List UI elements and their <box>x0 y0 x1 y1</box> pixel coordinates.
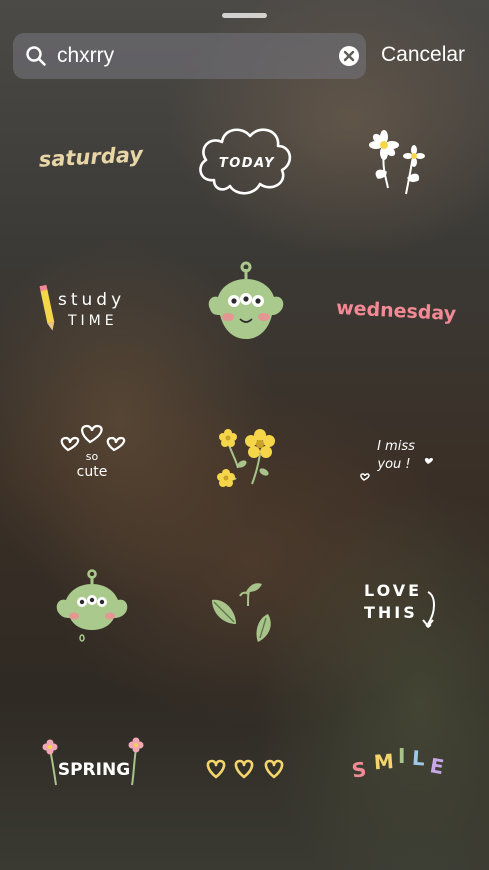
sheet-grabber[interactable] <box>222 13 267 18</box>
sticker-spring[interactable]: SPRING <box>16 695 166 825</box>
sticker-green-leaves[interactable] <box>170 530 320 660</box>
sticker-saturday-text: saturday <box>38 142 145 171</box>
svg-text:I: I <box>398 744 405 768</box>
sticker-wednesday-text: wednesday <box>336 297 458 325</box>
search-bar[interactable] <box>13 33 366 79</box>
sticker-spring-text: SPRING <box>58 760 130 780</box>
sticker-so-cute-hearts[interactable]: so cute <box>16 380 166 510</box>
sticker-love-this-text: LOVE THIS <box>364 581 422 622</box>
sticker-daisy-flowers[interactable] <box>324 90 474 220</box>
sticker-i-miss-you-text: I miss you ! <box>376 439 415 472</box>
sticker-wednesday[interactable]: wednesday <box>324 235 474 365</box>
sticker-study-text: study TIME <box>58 290 125 329</box>
svg-text:S: S <box>350 757 368 783</box>
sticker-study-time[interactable]: study TIME <box>16 235 166 365</box>
svg-text:M: M <box>373 749 395 774</box>
sticker-yellow-flowers[interactable] <box>170 380 320 510</box>
sticker-saturday[interactable]: saturday <box>16 90 166 220</box>
sticker-i-miss-you[interactable]: I miss you ! <box>324 380 474 510</box>
cancel-button[interactable]: Cancelar <box>381 43 465 67</box>
search-input[interactable] <box>57 42 327 70</box>
sticker-green-alien-small[interactable] <box>16 530 166 660</box>
sticker-today-cloud[interactable]: TODAY <box>170 90 320 220</box>
sticker-so-cute-text: so cute <box>77 450 108 480</box>
svg-text:L: L <box>411 746 426 771</box>
sticker-green-alien[interactable] <box>170 235 320 365</box>
sticker-smile[interactable]: S M I L E <box>324 695 474 825</box>
sticker-yellow-hearts[interactable] <box>170 695 320 825</box>
sticker-today-text: TODAY <box>219 156 275 171</box>
search-icon <box>26 46 46 66</box>
sticker-love-this[interactable]: LOVE THIS <box>324 530 474 660</box>
svg-text:E: E <box>428 753 446 779</box>
clear-icon[interactable] <box>338 45 360 67</box>
